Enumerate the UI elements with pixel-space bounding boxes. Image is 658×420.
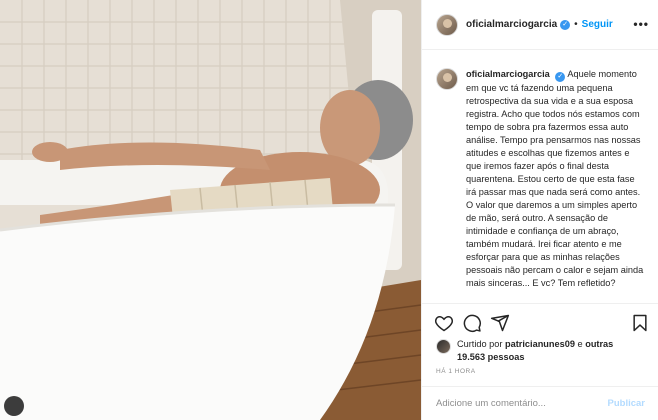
publish-button[interactable]: Publicar — [608, 398, 646, 409]
likes-summary: Curtido por patricianunes09 e outras 19.… — [436, 338, 637, 364]
comment-icon[interactable] — [462, 313, 482, 333]
separator-dot: • — [574, 19, 578, 30]
follow-button[interactable]: Seguir — [582, 19, 613, 30]
post-header: oficialmarciogarcia ✓ • Seguir ••• — [422, 0, 658, 50]
caption: oficialmarciogarcia ✓ Aquele momento em … — [466, 68, 645, 290]
author-avatar[interactable] — [436, 13, 458, 36]
likes-text: Curtido por patricianunes09 e outras 19.… — [457, 338, 637, 364]
likes-middle: e — [574, 339, 586, 349]
caption-body: Aquele momento em que vc tá fazendo uma … — [466, 69, 644, 288]
liker-avatar[interactable] — [436, 339, 451, 354]
likes-prefix: Curtido por — [457, 339, 506, 349]
caption-area[interactable]: oficialmarciogarcia ✓ Aquele momento em … — [422, 51, 658, 303]
bookmark-icon[interactable] — [630, 313, 650, 333]
post-photo[interactable] — [0, 0, 421, 420]
caption-username[interactable]: oficialmarciogarcia — [466, 69, 550, 79]
caption-verified-badge-icon: ✓ — [555, 72, 566, 82]
share-icon[interactable] — [490, 313, 510, 333]
bathtub-photo-illustration — [0, 0, 421, 420]
comment-bar: Adicione um comentário... Publicar — [422, 386, 658, 420]
more-options-icon[interactable]: ••• — [633, 17, 649, 31]
liker-username[interactable]: patricianunes09 — [505, 339, 575, 349]
heart-icon[interactable] — [434, 313, 454, 333]
caption-row: oficialmarciogarcia ✓ Aquele momento em … — [436, 68, 645, 290]
author-username[interactable]: oficialmarciogarcia — [466, 19, 557, 30]
post-details-panel: oficialmarciogarcia ✓ • Seguir ••• ofici… — [421, 0, 658, 420]
verified-badge-icon: ✓ — [560, 19, 571, 30]
action-bar — [422, 303, 658, 339]
post-timestamp[interactable]: HÁ 1 HORA — [436, 368, 476, 375]
comment-input[interactable]: Adicione um comentário... — [436, 398, 608, 409]
caption-avatar[interactable] — [436, 68, 458, 90]
